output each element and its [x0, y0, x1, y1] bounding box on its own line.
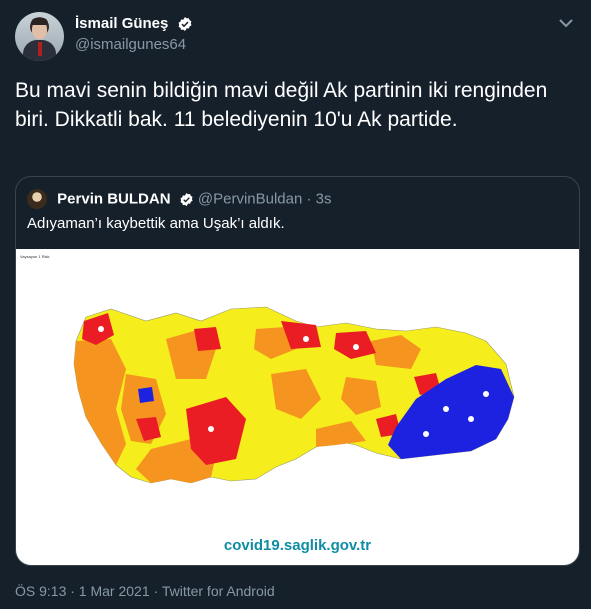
province-marker [483, 391, 489, 397]
province-marker [98, 326, 104, 332]
quoted-tweet[interactable]: Pervin BULDAN @PervinBuldan · 3s Adıyama… [15, 176, 580, 566]
image-source-url: covid19.saglik.gov.tr [223, 537, 372, 554]
avatar-hair [31, 18, 48, 25]
province-marker [303, 336, 309, 342]
quoted-timestamp: 3s [315, 190, 332, 208]
province-marker [468, 416, 474, 422]
tweet-text: Bu mavi senin bildiğin mavi değil Ak par… [15, 79, 548, 131]
chevron-down-icon[interactable] [557, 16, 575, 30]
map-region-blue-west [138, 387, 154, 403]
tweet-header: İsmail Güneş @ismailgunes64 [15, 12, 577, 61]
author-handle[interactable]: @ismailgunes64 [75, 36, 193, 53]
avatar[interactable] [15, 12, 64, 61]
province-marker [208, 426, 214, 432]
verified-badge-icon [178, 16, 192, 31]
image-caption: Vaysayon 1 Risk [20, 254, 50, 259]
verified-badge-icon [180, 192, 193, 206]
quoted-tweet-text: Adıyaman’ı kaybettik ama Uşak’ı aldık. [27, 215, 285, 232]
quoted-avatar [27, 189, 47, 209]
province-marker [423, 431, 429, 437]
author-display-name[interactable]: İsmail Güneş [75, 15, 168, 32]
quoted-handle: @PervinBuldan [197, 190, 303, 208]
tweet-footer-meta: ÖS 9:13 · 1 Mar 2021 · Twitter for Andro… [15, 583, 275, 599]
quoted-separator: · [306, 190, 312, 208]
province-marker [353, 344, 359, 350]
avatar-tie [38, 42, 42, 56]
quoted-display-name: Pervin BULDAN [57, 190, 171, 208]
province-marker [443, 406, 449, 412]
author-names: İsmail Güneş @ismailgunes64 [75, 15, 193, 53]
quoted-tweet-header: Pervin BULDAN @PervinBuldan · 3s [27, 189, 332, 209]
quoted-tweet-image[interactable]: Vaysayon 1 Risk covid19.saglik.gov.tr [16, 249, 579, 565]
turkey-risk-map [73, 306, 515, 484]
